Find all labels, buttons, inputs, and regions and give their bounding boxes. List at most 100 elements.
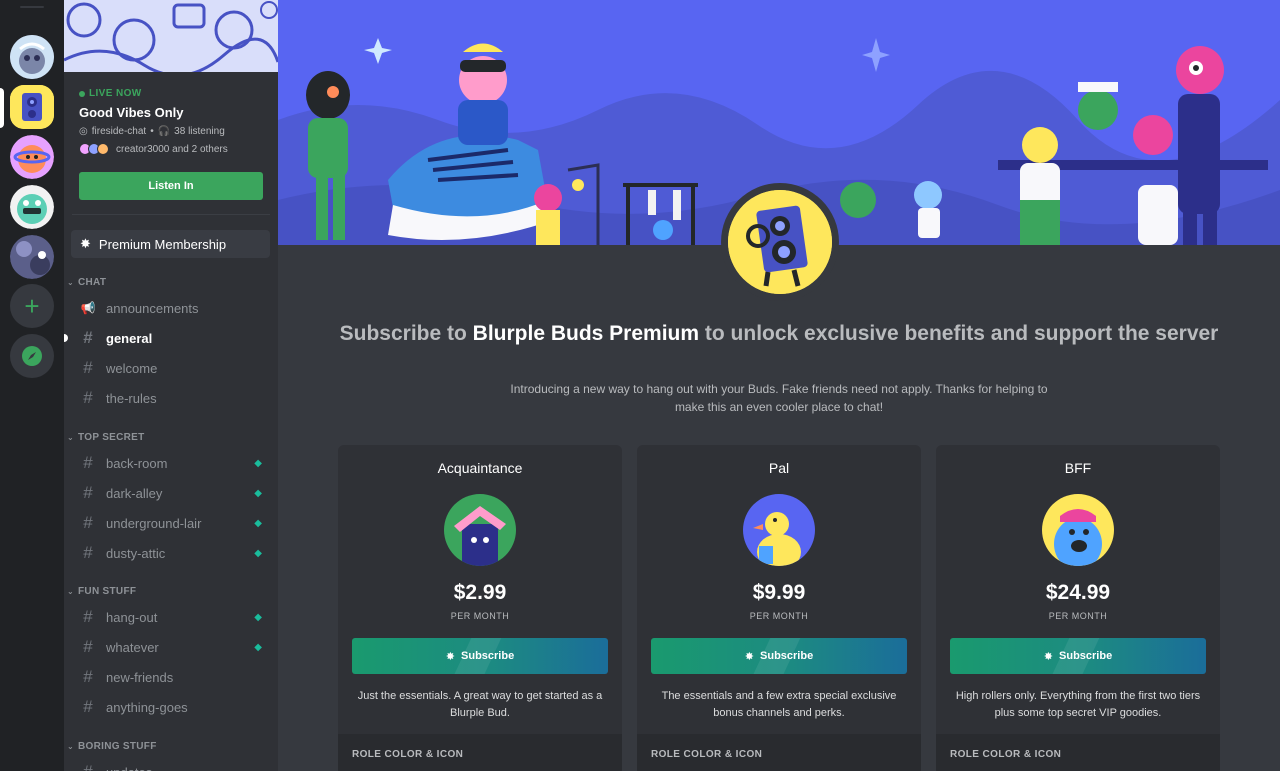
category-chat[interactable]: ⌄ CHAT <box>67 277 106 288</box>
premium-membership-label: Premium Membership <box>98 236 227 252</box>
channel-whatever[interactable]: # whatever ◆ <box>72 634 270 660</box>
boost-sparkle-icon: ✸ <box>1043 650 1054 663</box>
tier-card-pal: Pal $9.99 PER MONTH ✸ Subscribe The essen… <box>637 445 921 771</box>
add-server-button[interactable]: + <box>10 284 54 328</box>
stage-channel-icon: ◎ <box>79 126 88 137</box>
tier-card-bff: BFF $24.99 PER MONTH ✸ Subscribe High rol… <box>936 445 1220 771</box>
channel-the-rules[interactable]: # the-rules <box>72 385 270 411</box>
hash-icon: # <box>83 543 93 562</box>
channel-announcements[interactable]: 📢 announcements <box>72 295 270 321</box>
tier-period: PER MONTH <box>1048 611 1108 621</box>
tier-card-acquaintance: Acquaintance $2.99 PER MONTH ✸ Subscribe … <box>338 445 622 771</box>
speaker-avatar <box>97 143 109 155</box>
benefits-heading: ROLE COLOR & ICON <box>352 749 464 760</box>
server-icon-blurple-buds[interactable] <box>10 85 54 129</box>
premium-membership-page: Subscribe to Blurple Buds Premium to unl… <box>278 0 1280 771</box>
stage-speakers: creator3000 and 2 others <box>79 143 228 155</box>
hash-icon: # <box>83 358 93 377</box>
benefits-heading: ROLE COLOR & ICON <box>651 749 763 760</box>
category-top-secret[interactable]: ⌄ TOP SECRET <box>67 432 145 443</box>
channel-general[interactable]: # general <box>72 325 270 351</box>
plus-icon: + <box>24 290 40 321</box>
compass-icon <box>22 346 42 366</box>
chevron-down-icon: ⌄ <box>67 278 75 287</box>
subscribe-button-bff[interactable]: ✸ Subscribe <box>950 638 1206 674</box>
category-fun-stuff[interactable]: ⌄ FUN STUFF <box>67 586 136 597</box>
live-dot-icon <box>79 90 85 97</box>
stage-meta: ◎ fireside-chat • 🎧 38 listening <box>79 126 225 137</box>
listen-in-button[interactable]: Listen In <box>79 172 263 200</box>
tier-price: $24.99 <box>1045 581 1111 604</box>
boost-gem-icon: ◆ <box>254 457 262 469</box>
unread-indicator <box>64 334 68 342</box>
channel-underground-lair[interactable]: # underground-lair ◆ <box>72 510 270 536</box>
hash-icon: # <box>83 697 93 716</box>
tier-description: The essentials and a few extra special e… <box>661 690 897 719</box>
channel-dark-alley[interactable]: # dark-alley ◆ <box>72 480 270 506</box>
speakers-text: creator3000 and 2 others <box>116 143 228 155</box>
discord-app: + LIVE NOW Good Vibes Only ◎ fireside-ch… <box>0 0 1280 771</box>
stage-title: Good Vibes Only <box>79 105 184 120</box>
channel-sidebar: LIVE NOW Good Vibes Only ◎ fireside-chat… <box>64 0 278 771</box>
page-subline: Introducing a new way to hang out with y… <box>510 382 1048 414</box>
speaker-mascot-icon <box>728 190 832 294</box>
headphones-icon: 🎧 <box>157 126 171 137</box>
tier-description: Just the essentials. A great way to get … <box>357 690 603 719</box>
hash-icon: # <box>83 513 93 532</box>
tier-period: PER MONTH <box>749 611 809 621</box>
hash-icon: # <box>83 637 93 656</box>
brand-name: Blurple Buds Premium <box>472 322 700 345</box>
hash-icon: # <box>83 607 93 626</box>
listening-count: 38 listening <box>174 126 225 137</box>
server-icon-4[interactable] <box>10 185 54 229</box>
channel-hang-out[interactable]: # hang-out ◆ <box>72 604 270 630</box>
category-boring-stuff[interactable]: ⌄ BORING STUFF <box>67 741 157 752</box>
server-icon-5[interactable] <box>10 235 54 279</box>
channel-new-friends[interactable]: # new-friends <box>72 664 270 690</box>
tier-benefits-section: ROLE COLOR & ICON <box>637 734 921 771</box>
subscribe-button-acquaintance[interactable]: ✸ Subscribe <box>352 638 608 674</box>
boost-sparkle-icon: ✸ <box>744 650 755 663</box>
boost-gem-icon: ◆ <box>254 641 262 653</box>
server-emblem <box>721 183 839 301</box>
hash-icon: # <box>83 667 93 686</box>
boost-gem-icon: ◆ <box>254 547 262 559</box>
stage-channel-name: fireside-chat <box>91 126 147 137</box>
chevron-down-icon: ⌄ <box>67 587 75 596</box>
boost-sparkle-icon: ✸ <box>80 236 91 251</box>
tier-mascot-icon <box>444 494 516 566</box>
chevron-down-icon: ⌄ <box>67 742 75 751</box>
server-banner <box>64 0 278 72</box>
sidebar-item-premium-membership[interactable]: ✸ Premium Membership <box>71 230 270 258</box>
page-headline: Subscribe to Blurple Buds Premium to unl… <box>339 322 1219 345</box>
channel-welcome[interactable]: # welcome <box>72 355 270 381</box>
subscribe-button-pal[interactable]: ✸ Subscribe <box>651 638 907 674</box>
active-server-pill <box>0 88 4 128</box>
channel-back-room[interactable]: # back-room ◆ <box>72 450 270 476</box>
live-now-label: LIVE NOW <box>79 88 142 99</box>
server-list-divider <box>20 6 44 8</box>
tier-name: Acquaintance <box>437 460 523 476</box>
megaphone-icon: 📢 <box>80 301 96 315</box>
tier-name: BFF <box>1064 460 1092 476</box>
hash-icon: # <box>80 762 96 771</box>
tier-price: $9.99 <box>752 581 806 604</box>
boost-gem-icon: ◆ <box>254 517 262 529</box>
channel-anything-goes[interactable]: # anything-goes <box>72 694 270 720</box>
hash-icon: # <box>83 388 93 407</box>
channel-updates[interactable]: #updates <box>72 759 270 771</box>
sidebar-divider <box>72 214 270 215</box>
server-icon-1[interactable] <box>10 35 54 79</box>
channel-dusty-attic[interactable]: # dusty-attic ◆ <box>72 540 270 566</box>
boost-sparkle-icon: ✸ <box>445 650 456 663</box>
tier-description: High rollers only. Everything from the f… <box>955 690 1201 719</box>
tier-period: PER MONTH <box>450 611 510 621</box>
tier-mascot-icon <box>1042 494 1114 566</box>
explore-servers-button[interactable] <box>10 334 54 378</box>
hash-icon: # <box>83 483 93 502</box>
hash-icon: # <box>83 328 93 347</box>
hash-icon: # <box>83 453 93 472</box>
tier-price: $2.99 <box>453 581 507 604</box>
server-icon-3[interactable] <box>10 135 54 179</box>
tier-benefits-section: ROLE COLOR & ICON <box>338 734 622 771</box>
